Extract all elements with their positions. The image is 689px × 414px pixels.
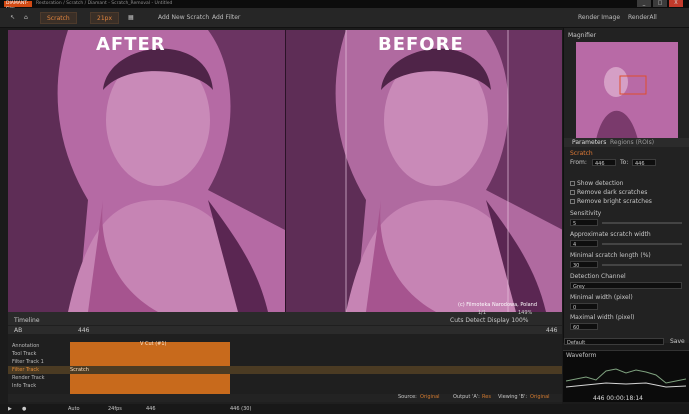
approx-width-field[interactable]: 4 (570, 240, 598, 248)
min-length-field[interactable]: 30 (570, 261, 598, 269)
channel-select[interactable]: Grey (570, 282, 682, 290)
before-photo (286, 30, 562, 312)
track-info[interactable]: Info Track (8, 382, 562, 390)
status-count: 446 (30) (230, 406, 252, 412)
ab-label: AB (14, 327, 23, 334)
home-icon[interactable]: ⌂ (24, 12, 28, 24)
main-toolbar: ↖ ⌂ Scratch 21px ▦ Add New Scratch Add F… (0, 8, 689, 28)
side-panel: Magnifier Parameters Regions (ROIs) Scra… (563, 28, 689, 346)
max-width-field[interactable]: 60 (570, 323, 598, 331)
render-image-button[interactable]: Render Image (578, 12, 620, 24)
track-tool[interactable]: Tool Track (8, 350, 562, 358)
window-title: Restoration / Scratch / Diamant - Scratc… (36, 1, 173, 6)
photo-credit: (c) Filmoteka Narodowa, Poland (458, 302, 538, 308)
show-detection-option[interactable]: Show detection (570, 180, 623, 187)
sensitivity-slider[interactable] (602, 222, 682, 224)
remove-bright-checkbox[interactable] (570, 199, 575, 204)
render-all-button[interactable]: RenderAll (628, 12, 657, 24)
approx-width-slider[interactable] (602, 243, 682, 245)
max-width-label: Maximal width (pixel) (570, 314, 635, 321)
save-preset-button[interactable]: Save (670, 338, 685, 345)
timeline-header: Timeline Cuts Detect Display 100% (8, 316, 562, 325)
waveform-title: Waveform (566, 352, 597, 359)
stamp-icon[interactable]: ▦ (128, 12, 134, 24)
timeline-title: Timeline (14, 317, 40, 324)
add-filter-button[interactable]: Add Filter (212, 12, 240, 24)
before-image: BEFORE (c) Filmoteka Narodowa, Poland (286, 30, 562, 312)
pointer-icon[interactable]: ↖ (10, 12, 15, 24)
fps-selector[interactable]: 24fps (108, 404, 122, 414)
params-tabs: Parameters Regions (ROIs) (564, 138, 689, 147)
tab-regions[interactable]: Regions (ROIs) (610, 139, 654, 146)
approx-width-label: Approximate scratch width (570, 231, 651, 238)
remove-dark-option[interactable]: Remove dark scratches (570, 189, 647, 196)
close-icon[interactable]: X (669, 0, 683, 7)
after-photo (8, 30, 285, 312)
track-render[interactable]: Render Track (8, 374, 562, 382)
minimize-icon[interactable]: _ (637, 0, 651, 7)
track-filter-1[interactable]: Filter Track 1 (8, 358, 562, 366)
brush-size-selector[interactable]: 21px (90, 12, 119, 24)
record-icon[interactable]: ● (22, 404, 26, 414)
output-label: Output 'A': (453, 394, 480, 400)
min-length-slider[interactable] (602, 264, 682, 266)
remove-bright-option[interactable]: Remove bright scratches (570, 198, 652, 205)
play-icon[interactable]: ▶ (8, 404, 12, 414)
before-label: BEFORE (378, 34, 464, 55)
remove-dark-checkbox[interactable] (570, 190, 575, 195)
from-field[interactable]: 446 (592, 159, 616, 167)
status-frame: 446 (146, 406, 156, 412)
min-width-field[interactable]: 0 (570, 303, 598, 311)
preset-dropdown[interactable]: Default (564, 338, 664, 346)
track-filter[interactable]: Filter Track Scratch (8, 366, 562, 374)
end-frame: 446 (546, 327, 558, 334)
output-value[interactable]: Res (482, 394, 491, 400)
channel-label: Detection Channel (570, 273, 626, 280)
min-width-label: Minimal width (pixel) (570, 294, 633, 301)
magnifier-thumbnail (576, 42, 678, 140)
waveform-graph (566, 368, 686, 388)
source-bar: Source: Original Output 'A': Res Viewing… (8, 394, 562, 402)
tab-parameters[interactable]: Parameters (572, 139, 606, 146)
filter-name: Scratch (570, 150, 593, 157)
scratch-clip[interactable]: Scratch (70, 366, 89, 374)
source-label: Source: (398, 394, 417, 400)
viewing-value[interactable]: Original (530, 394, 550, 400)
maximize-icon[interactable]: □ (653, 0, 667, 7)
status-bar: ▶ ● Auto 24fps 446 446 (30) (0, 404, 689, 414)
show-detection-checkbox[interactable] (570, 181, 575, 186)
waveform-panel: Waveform 446 00:00:18:14 (563, 350, 689, 402)
timeline-ruler: AB 446 446 (8, 326, 562, 334)
to-label: To: (620, 159, 629, 166)
viewing-label: Viewing 'B': (498, 394, 528, 400)
magnifier-view[interactable] (576, 42, 678, 140)
timeline-controls[interactable]: Cuts Detect Display 100% (450, 317, 528, 324)
window-title-bar: DIAMANT-Film Restoration / Scratch / Dia… (0, 0, 689, 12)
source-value[interactable]: Original (420, 394, 440, 400)
waveform-readout: 446 00:00:18:14 (593, 395, 643, 402)
add-new-scratch-button[interactable]: Add New Scratch (158, 12, 209, 24)
window-controls: _ □ X (637, 0, 683, 8)
sensitivity-label: Sensitivity (570, 210, 602, 217)
preset-selector[interactable]: Scratch (40, 12, 77, 24)
from-label: From: (570, 159, 587, 166)
track-annotation[interactable]: Annotation (8, 342, 562, 350)
to-field[interactable]: 446 (632, 159, 656, 167)
after-label: AFTER (96, 34, 166, 55)
sensitivity-field[interactable]: 5 (570, 219, 598, 227)
current-frame: 446 (78, 327, 90, 334)
auto-selector[interactable]: Auto (68, 404, 80, 414)
after-image: AFTER (8, 30, 285, 312)
magnifier-title: Magnifier (568, 32, 597, 39)
image-viewer[interactable]: AFTER BEFORE (c) Filmoteka Narodowa, Pol… (8, 30, 562, 312)
min-length-label: Minimal scratch length (%) (570, 252, 651, 259)
app-logo: DIAMANT-Film (4, 1, 32, 12)
